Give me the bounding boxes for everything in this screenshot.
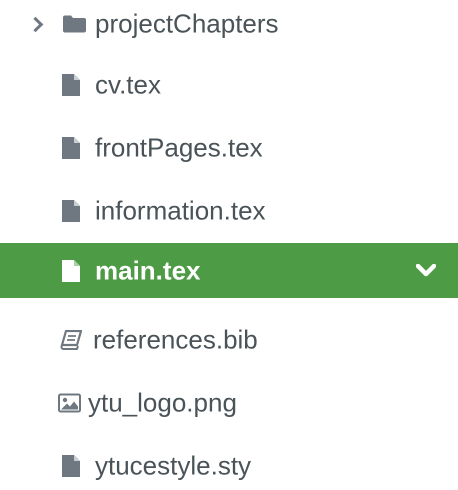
file-icon: [62, 200, 80, 222]
image-icon: [58, 393, 81, 413]
tree-item-label: information.tex: [95, 195, 266, 226]
file-icon: [62, 74, 80, 96]
tree-item-label: cv.tex: [95, 69, 161, 100]
folder-icon: [63, 15, 86, 33]
tree-item-information-tex[interactable]: information.tex: [0, 187, 458, 235]
tree-item-ytucestyle-sty[interactable]: ytucestyle.sty: [0, 442, 458, 490]
book-icon: [60, 330, 82, 350]
file-icon: [62, 259, 80, 282]
tree-item-label: ytu_logo.png: [88, 387, 237, 418]
tree-item-label: frontPages.tex: [95, 132, 263, 163]
file-icon: [62, 455, 80, 477]
tree-item-projectchapters[interactable]: projectChapters: [0, 0, 458, 48]
tree-item-ytu-logo-png[interactable]: ytu_logo.png: [0, 379, 458, 427]
tree-item-label: references.bib: [93, 324, 258, 355]
tree-item-label: main.tex: [95, 254, 201, 285]
tree-item-main-tex[interactable]: main.tex: [0, 243, 458, 298]
tree-item-cv-tex[interactable]: cv.tex: [0, 61, 458, 109]
file-tree: projectChapters cv.tex frontPages.tex in…: [0, 0, 458, 489]
tree-item-label: ytucestyle.sty: [95, 450, 252, 481]
tree-item-references-bib[interactable]: references.bib: [0, 316, 458, 364]
file-icon: [62, 137, 80, 159]
chevron-right-icon[interactable]: [27, 16, 44, 33]
tree-item-frontpages-tex[interactable]: frontPages.tex: [0, 124, 458, 172]
tree-item-label: projectChapters: [95, 8, 279, 39]
chevron-down-icon[interactable]: [416, 263, 436, 278]
